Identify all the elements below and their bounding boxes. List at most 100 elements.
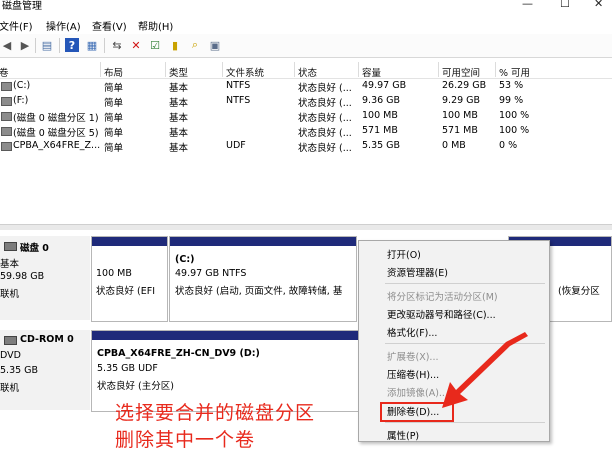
disk-0-label[interactable]: 磁盘 0 基本 59.98 GB 联机	[0, 236, 90, 320]
volume-cell: 100 MB	[442, 110, 478, 121]
volume-icon	[1, 142, 12, 151]
disk-0-partition-c[interactable]: (C:) 49.97 GB NTFS 状态良好 (启动, 页面文件, 故障转储,…	[169, 236, 357, 322]
console-icon[interactable]: ▤	[40, 38, 54, 52]
partition-status: 状态良好 (EFI	[96, 286, 155, 297]
menu-item-mark-active[interactable]: 将分区标记为活动分区(M)	[359, 286, 549, 305]
disk-0-type: 基本	[0, 259, 20, 270]
volume-row[interactable]: (F:) 简单 基本 NTFS 状态良好 (... 9.36 GB 9.29 GB 99 %	[0, 94, 612, 109]
minimize-icon[interactable]: —	[522, 0, 533, 10]
volume-cell: 100 %	[499, 125, 530, 136]
disk-0-size: 59.98 GB	[0, 271, 45, 282]
menu-item-properties[interactable]: 属性(P)	[359, 425, 549, 444]
partition-size: 49.97 GB NTFS	[175, 268, 247, 279]
volume-cell: 53 %	[499, 80, 524, 91]
partition-bar	[170, 237, 356, 246]
volume-cell: (磁盘 0 磁盘分区 1)	[13, 113, 99, 124]
cdrom-0-status: 联机	[0, 383, 20, 394]
volume-list-header: 卷 布局 类型 文件系统 状态 容量 可用空间 % 可用	[0, 62, 612, 79]
volume-cell: UDF	[226, 140, 246, 151]
volume-cell: 100 %	[499, 110, 530, 121]
partition-size: 100 MB	[96, 268, 132, 279]
volume-row[interactable]: (磁盘 0 磁盘分区 1) 简单 基本 状态良好 (... 100 MB 100 MB 10…	[0, 109, 612, 124]
volume-icon	[1, 82, 12, 91]
volume-cell: 简单	[104, 128, 124, 139]
volume-cell: 9.36 GB	[362, 95, 401, 106]
volume-cell: 简单	[104, 98, 124, 109]
disk-0-name: 磁盘 0	[20, 243, 49, 254]
partition-size: 5.35 GB UDF	[97, 363, 158, 374]
help-icon[interactable]: ?	[65, 38, 79, 52]
close-icon[interactable]: ✕	[594, 0, 603, 10]
partition-bar	[92, 331, 358, 340]
cdrom-icon	[4, 336, 17, 345]
volume-cell: 状态良好 (...	[298, 143, 352, 154]
volume-cell: 状态良好 (...	[298, 113, 352, 124]
disk-0-partition-efi[interactable]: 100 MB 状态良好 (EFI	[91, 236, 168, 322]
volume-cell: 状态良好 (...	[298, 98, 352, 109]
connect-icon[interactable]: ⇆	[110, 38, 124, 52]
menu-file[interactable]: 文件(F)	[0, 18, 33, 33]
volume-cell: 基本	[169, 143, 189, 154]
menu-item-explorer[interactable]: 资源管理器(E)	[359, 262, 549, 281]
delete-icon[interactable]: ✕	[129, 38, 143, 52]
annotation-arrow	[442, 332, 528, 408]
volume-cell: 9.29 GB	[442, 95, 481, 106]
volume-cell: NTFS	[226, 80, 251, 91]
toolbar: ◀ ▶ ▤ ? ▦ ⇆ ✕ ☑ ▮ ⌕ ▣	[0, 34, 612, 58]
window-title: 磁盘管理	[2, 1, 42, 12]
volume-cell: 基本	[169, 83, 189, 94]
column-header-volume[interactable]: 卷	[0, 65, 9, 79]
title-bar: 磁盘管理 — ☐ ✕	[0, 0, 612, 14]
menu-item-open[interactable]: 打开(O)	[359, 244, 549, 263]
column-header-percent-free[interactable]: % 可用	[499, 65, 530, 79]
menu-view[interactable]: 查看(V)	[92, 18, 127, 33]
check-icon[interactable]: ☑	[148, 38, 162, 52]
disk-0-status: 联机	[0, 289, 20, 300]
column-header-type[interactable]: 类型	[169, 65, 188, 79]
volume-row[interactable]: (磁盘 0 磁盘分区 5) 简单 基本 状态良好 (... 571 MB 571 MB 10…	[0, 124, 612, 139]
column-header-free-space[interactable]: 可用空间	[442, 65, 480, 79]
view-icon[interactable]: ▦	[85, 38, 99, 52]
column-header-layout[interactable]: 布局	[104, 65, 123, 79]
volume-cell: 基本	[169, 128, 189, 139]
partition-status: 状态良好 (主分区)	[97, 381, 174, 392]
volume-icon	[1, 97, 12, 106]
cdrom-0-label[interactable]: CD-ROM 0 DVD 5.35 GB 联机	[0, 330, 90, 410]
volume-cell: NTFS	[226, 95, 251, 106]
volume-cell: 0 %	[499, 140, 518, 151]
volume-cell: 状态良好 (...	[298, 83, 352, 94]
properties-icon[interactable]: ▣	[208, 38, 222, 52]
search-icon[interactable]: ⌕	[188, 38, 202, 52]
partition-bar	[92, 237, 167, 246]
column-header-capacity[interactable]: 容量	[362, 65, 381, 79]
partition-title: CPBA_X64FRE_ZH-CN_DV9 (D:)	[97, 348, 260, 359]
volume-cell: 基本	[169, 113, 189, 124]
add-icon[interactable]: ▮	[168, 38, 182, 52]
volume-cell: 基本	[169, 98, 189, 109]
annotation-line-1: 选择要合并的磁盘分区	[115, 402, 316, 424]
volume-cell: (C:)	[13, 80, 31, 91]
partition-title: (C:)	[175, 254, 195, 265]
menu-item-change-drive-letter[interactable]: 更改驱动器号和路径(C)...	[359, 304, 549, 323]
maximize-icon[interactable]: ☐	[560, 0, 570, 10]
back-icon[interactable]: ◀	[0, 38, 14, 52]
volume-cell: (F:)	[13, 95, 29, 106]
volume-cell: (磁盘 0 磁盘分区 5)	[13, 128, 99, 139]
forward-icon[interactable]: ▶	[18, 38, 32, 52]
volume-cell: 571 MB	[362, 125, 398, 136]
menu-bar: 文件(F) 操作(A) 查看(V) 帮助(H)	[0, 14, 612, 34]
menu-action[interactable]: 操作(A)	[46, 18, 81, 33]
volume-cell: 99 %	[499, 95, 524, 106]
column-header-status[interactable]: 状态	[298, 65, 317, 79]
volume-cell: 571 MB	[442, 125, 478, 136]
volume-row[interactable]: CPBA_X64FRE_Z... 简单 基本 UDF 状态良好 (... 5.35 GB 0…	[0, 139, 612, 154]
cdrom-0-size: 5.35 GB	[0, 365, 39, 376]
volume-icon	[1, 127, 12, 136]
volume-cell: 简单	[104, 113, 124, 124]
column-header-filesystem[interactable]: 文件系统	[226, 65, 264, 79]
menu-help[interactable]: 帮助(H)	[138, 18, 173, 33]
volume-cell: 简单	[104, 83, 124, 94]
volume-cell: CPBA_X64FRE_Z...	[13, 140, 101, 151]
volume-row[interactable]: (C:) 简单 基本 NTFS 状态良好 (... 49.97 GB 26.29 GB 53 …	[0, 79, 612, 94]
volume-cell: 26.29 GB	[442, 80, 487, 91]
